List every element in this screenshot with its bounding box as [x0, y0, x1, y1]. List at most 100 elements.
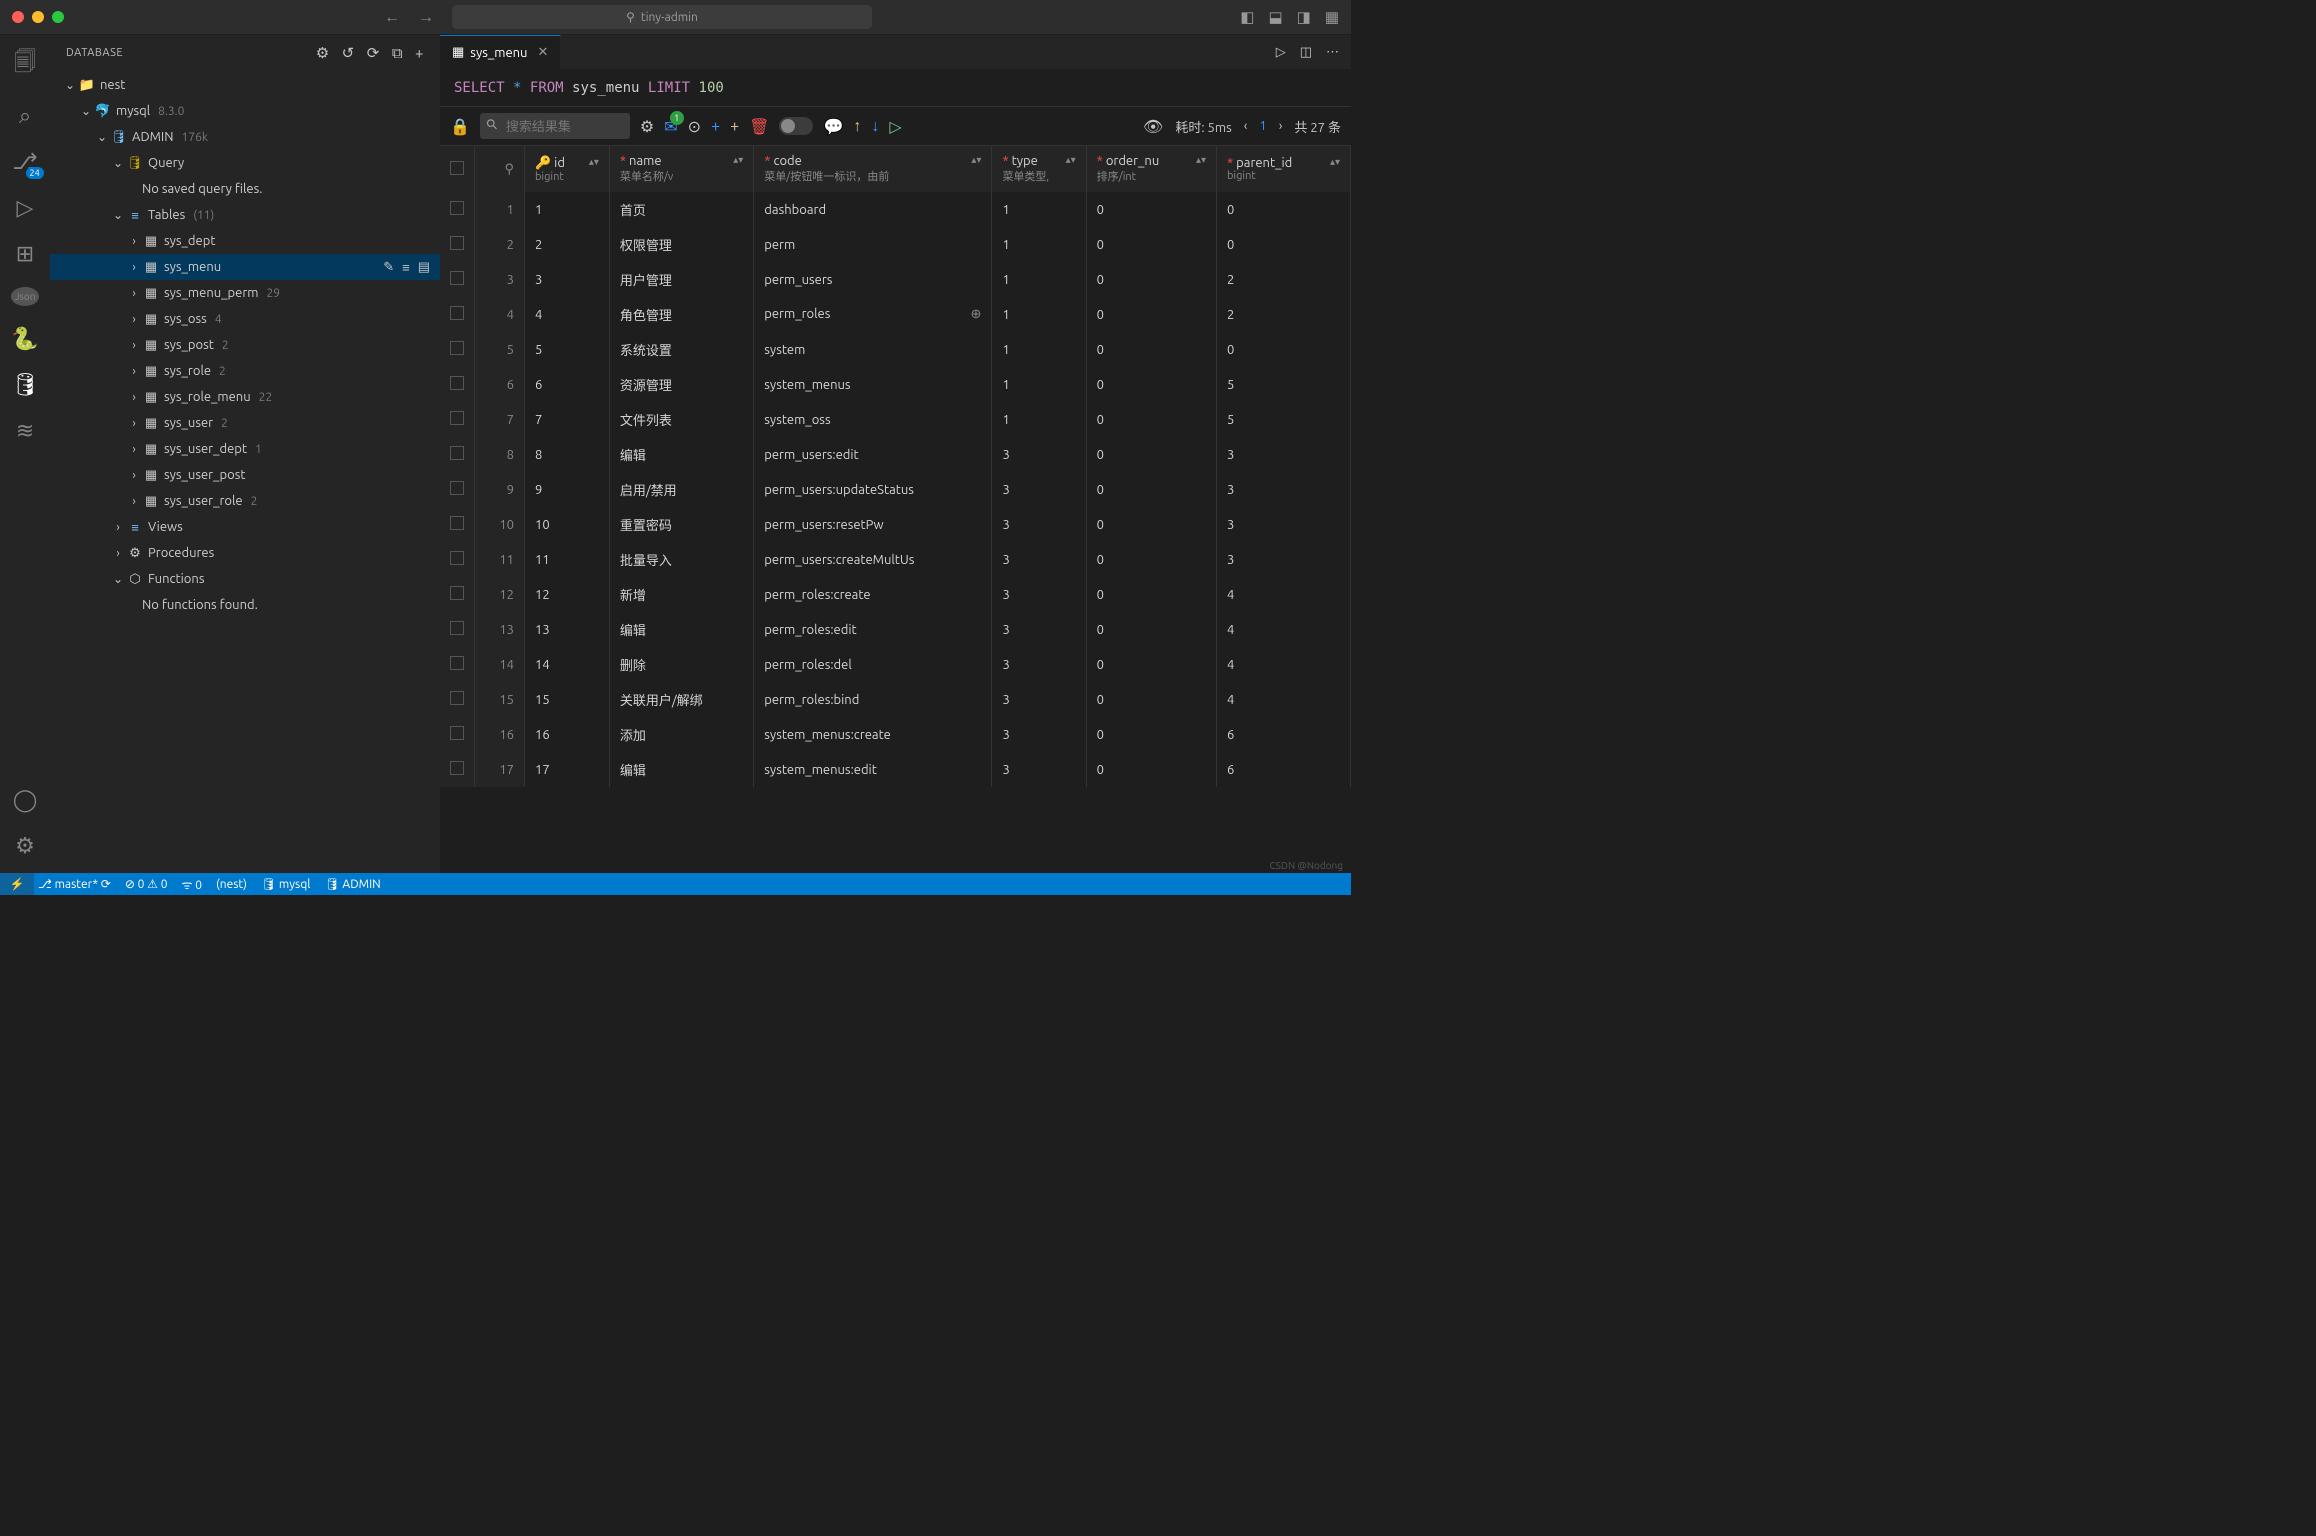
- close-window-button[interactable]: [12, 11, 24, 23]
- add-icon[interactable]: +: [415, 44, 424, 62]
- tree-server[interactable]: ⌄🐬 mysql 8.3.0: [50, 98, 440, 124]
- table-item-sys_post[interactable]: ›▦sys_post2: [50, 332, 440, 358]
- row-checkbox[interactable]: [450, 481, 464, 495]
- table-item-sys_menu[interactable]: ›▦sys_menu✎≡▤: [50, 254, 440, 280]
- table-item-sys_dept[interactable]: ›▦sys_dept: [50, 228, 440, 254]
- col-order_nu[interactable]: * order_nu▴▾排序/int: [1086, 146, 1216, 192]
- lock-icon[interactable]: 🔒: [450, 117, 470, 136]
- more-icon[interactable]: ⋯: [1326, 45, 1339, 60]
- result-search-input[interactable]: [480, 113, 630, 139]
- collapse-icon[interactable]: ⧉: [392, 44, 403, 62]
- tree-tables[interactable]: ⌄≡ Tables (11): [50, 202, 440, 228]
- row-checkbox[interactable]: [450, 551, 464, 565]
- table-row[interactable]: 44角色管理perm_roles ⊕102: [440, 297, 1351, 332]
- row-checkbox[interactable]: [450, 376, 464, 390]
- eye-icon[interactable]: 👁: [1143, 117, 1163, 136]
- row-checkbox[interactable]: [450, 516, 464, 530]
- close-tab-icon[interactable]: ✕: [537, 45, 548, 60]
- row-checkbox[interactable]: [450, 411, 464, 425]
- table-item-sys_user_role[interactable]: ›▦sys_user_role2: [50, 488, 440, 514]
- table-row[interactable]: 88编辑perm_users:edit303: [440, 437, 1351, 472]
- table-row[interactable]: 1212新增perm_roles:create304: [440, 577, 1351, 612]
- panel-bottom-icon[interactable]: ⬓: [1268, 8, 1282, 26]
- remote-indicator[interactable]: ⚡: [0, 873, 34, 895]
- tab-sys-menu[interactable]: ▦ sys_menu ✕: [440, 35, 561, 69]
- execute-icon[interactable]: ▷: [889, 117, 901, 136]
- python-icon[interactable]: 🐍: [11, 326, 38, 352]
- table-item-sys_user[interactable]: ›▦sys_user2: [50, 410, 440, 436]
- comment-icon[interactable]: 💬: [823, 117, 843, 136]
- settings-icon[interactable]: ⚙: [316, 44, 330, 62]
- status-server[interactable]: 🛢 mysql: [261, 877, 311, 891]
- tree-functions[interactable]: ⌄⬡ Functions: [50, 566, 440, 592]
- row-checkbox[interactable]: [450, 236, 464, 250]
- panel-left-icon[interactable]: ◧: [1240, 8, 1254, 26]
- tree-db[interactable]: ⌄🛢 ADMIN 176k: [50, 124, 440, 150]
- search-icon[interactable]: ⌕: [19, 103, 31, 129]
- delete-row-icon[interactable]: 🗑: [749, 117, 769, 136]
- nav-back-icon[interactable]: ←: [384, 8, 400, 27]
- table-item-sys_oss[interactable]: ›▦sys_oss4: [50, 306, 440, 332]
- edit-icon[interactable]: ✎: [383, 260, 394, 275]
- layers-icon[interactable]: ≋: [16, 418, 34, 444]
- table-item-sys_user_post[interactable]: ›▦sys_user_post: [50, 462, 440, 488]
- table-item-sys_role[interactable]: ›▦sys_role2: [50, 358, 440, 384]
- layout-icon[interactable]: ▦: [1325, 8, 1339, 26]
- tree-root[interactable]: ⌄📁 nest: [50, 72, 440, 98]
- add-row-alt-icon[interactable]: +: [730, 117, 739, 135]
- database-icon[interactable]: 🛢: [11, 372, 39, 398]
- result-table-wrap[interactable]: ⚲ 🔑 id▴▾bigint* name▴▾菜单名称/v* code▴▾菜单/按…: [440, 146, 1351, 873]
- row-checkbox[interactable]: [450, 271, 464, 285]
- nav-forward-icon[interactable]: →: [418, 8, 434, 27]
- debug-icon[interactable]: ▷: [17, 195, 34, 221]
- gear-icon[interactable]: ⚙: [640, 117, 654, 136]
- row-checkbox[interactable]: [450, 656, 464, 670]
- row-checkbox[interactable]: [450, 691, 464, 705]
- mail-icon[interactable]: ✉1: [664, 117, 677, 136]
- json-icon[interactable]: Json: [11, 287, 40, 306]
- table-row[interactable]: 66资源管理system_menus105: [440, 367, 1351, 402]
- status-db-context[interactable]: (nest): [216, 878, 247, 891]
- table-row[interactable]: 1111批量导入perm_users:createMultUs303: [440, 542, 1351, 577]
- table-row[interactable]: 1414删除perm_roles:del304: [440, 647, 1351, 682]
- table-row[interactable]: 11首页dashboard100: [440, 192, 1351, 227]
- arrow-up-icon[interactable]: ↑: [853, 117, 861, 136]
- tree-procedures[interactable]: ›⚙ Procedures: [50, 540, 440, 566]
- open-icon[interactable]: ▤: [418, 260, 430, 275]
- toggle-switch[interactable]: [779, 117, 813, 135]
- refresh-icon[interactable]: ⟳: [367, 44, 380, 62]
- problems-indicator[interactable]: ⊘ 0 ⚠ 0: [125, 877, 168, 891]
- table-row[interactable]: 33用户管理perm_users102: [440, 262, 1351, 297]
- prev-page-icon[interactable]: ‹: [1244, 119, 1248, 133]
- row-checkbox[interactable]: [450, 621, 464, 635]
- list-icon[interactable]: ≡: [402, 260, 410, 275]
- git-branch[interactable]: ⎇ master* ⟳: [38, 877, 111, 891]
- zoom-icon[interactable]: ⊕: [971, 307, 982, 322]
- table-row[interactable]: 1616添加system_menus:create306: [440, 717, 1351, 752]
- select-all-header[interactable]: [440, 146, 475, 192]
- col-id[interactable]: 🔑 id▴▾bigint: [525, 146, 610, 192]
- run-icon[interactable]: ▷: [1276, 45, 1286, 60]
- table-row[interactable]: 1313编辑perm_roles:edit304: [440, 612, 1351, 647]
- table-row[interactable]: 1717编辑system_menus:edit306: [440, 752, 1351, 787]
- row-checkbox[interactable]: [450, 341, 464, 355]
- tree-views[interactable]: ›≡ Views: [50, 514, 440, 540]
- row-checkbox[interactable]: [450, 586, 464, 600]
- table-row[interactable]: 99启用/禁用perm_users:updateStatus303: [440, 472, 1351, 507]
- table-row[interactable]: 22权限管理perm100: [440, 227, 1351, 262]
- sql-editor[interactable]: SELECT * FROM sys_menu LIMIT 100: [440, 70, 1351, 106]
- table-row[interactable]: 1010重置密码perm_users:resetPw303: [440, 507, 1351, 542]
- row-checkbox[interactable]: [450, 446, 464, 460]
- row-checkbox[interactable]: [450, 726, 464, 740]
- command-center[interactable]: ⚲ tiny-admin: [452, 5, 872, 29]
- col-name[interactable]: * name▴▾菜单名称/v: [609, 146, 753, 192]
- panel-right-icon[interactable]: ◨: [1297, 8, 1311, 26]
- arrow-down-icon[interactable]: ↓: [871, 117, 879, 136]
- col-parent_id[interactable]: * parent_id▴▾bigint: [1217, 146, 1351, 192]
- github-icon[interactable]: ⊙: [688, 117, 701, 136]
- history-icon[interactable]: ↺: [342, 44, 355, 62]
- row-checkbox[interactable]: [450, 761, 464, 775]
- explorer-icon[interactable]: 🗐: [14, 45, 36, 83]
- account-icon[interactable]: ◯: [13, 787, 38, 813]
- add-row-icon[interactable]: +: [711, 117, 720, 135]
